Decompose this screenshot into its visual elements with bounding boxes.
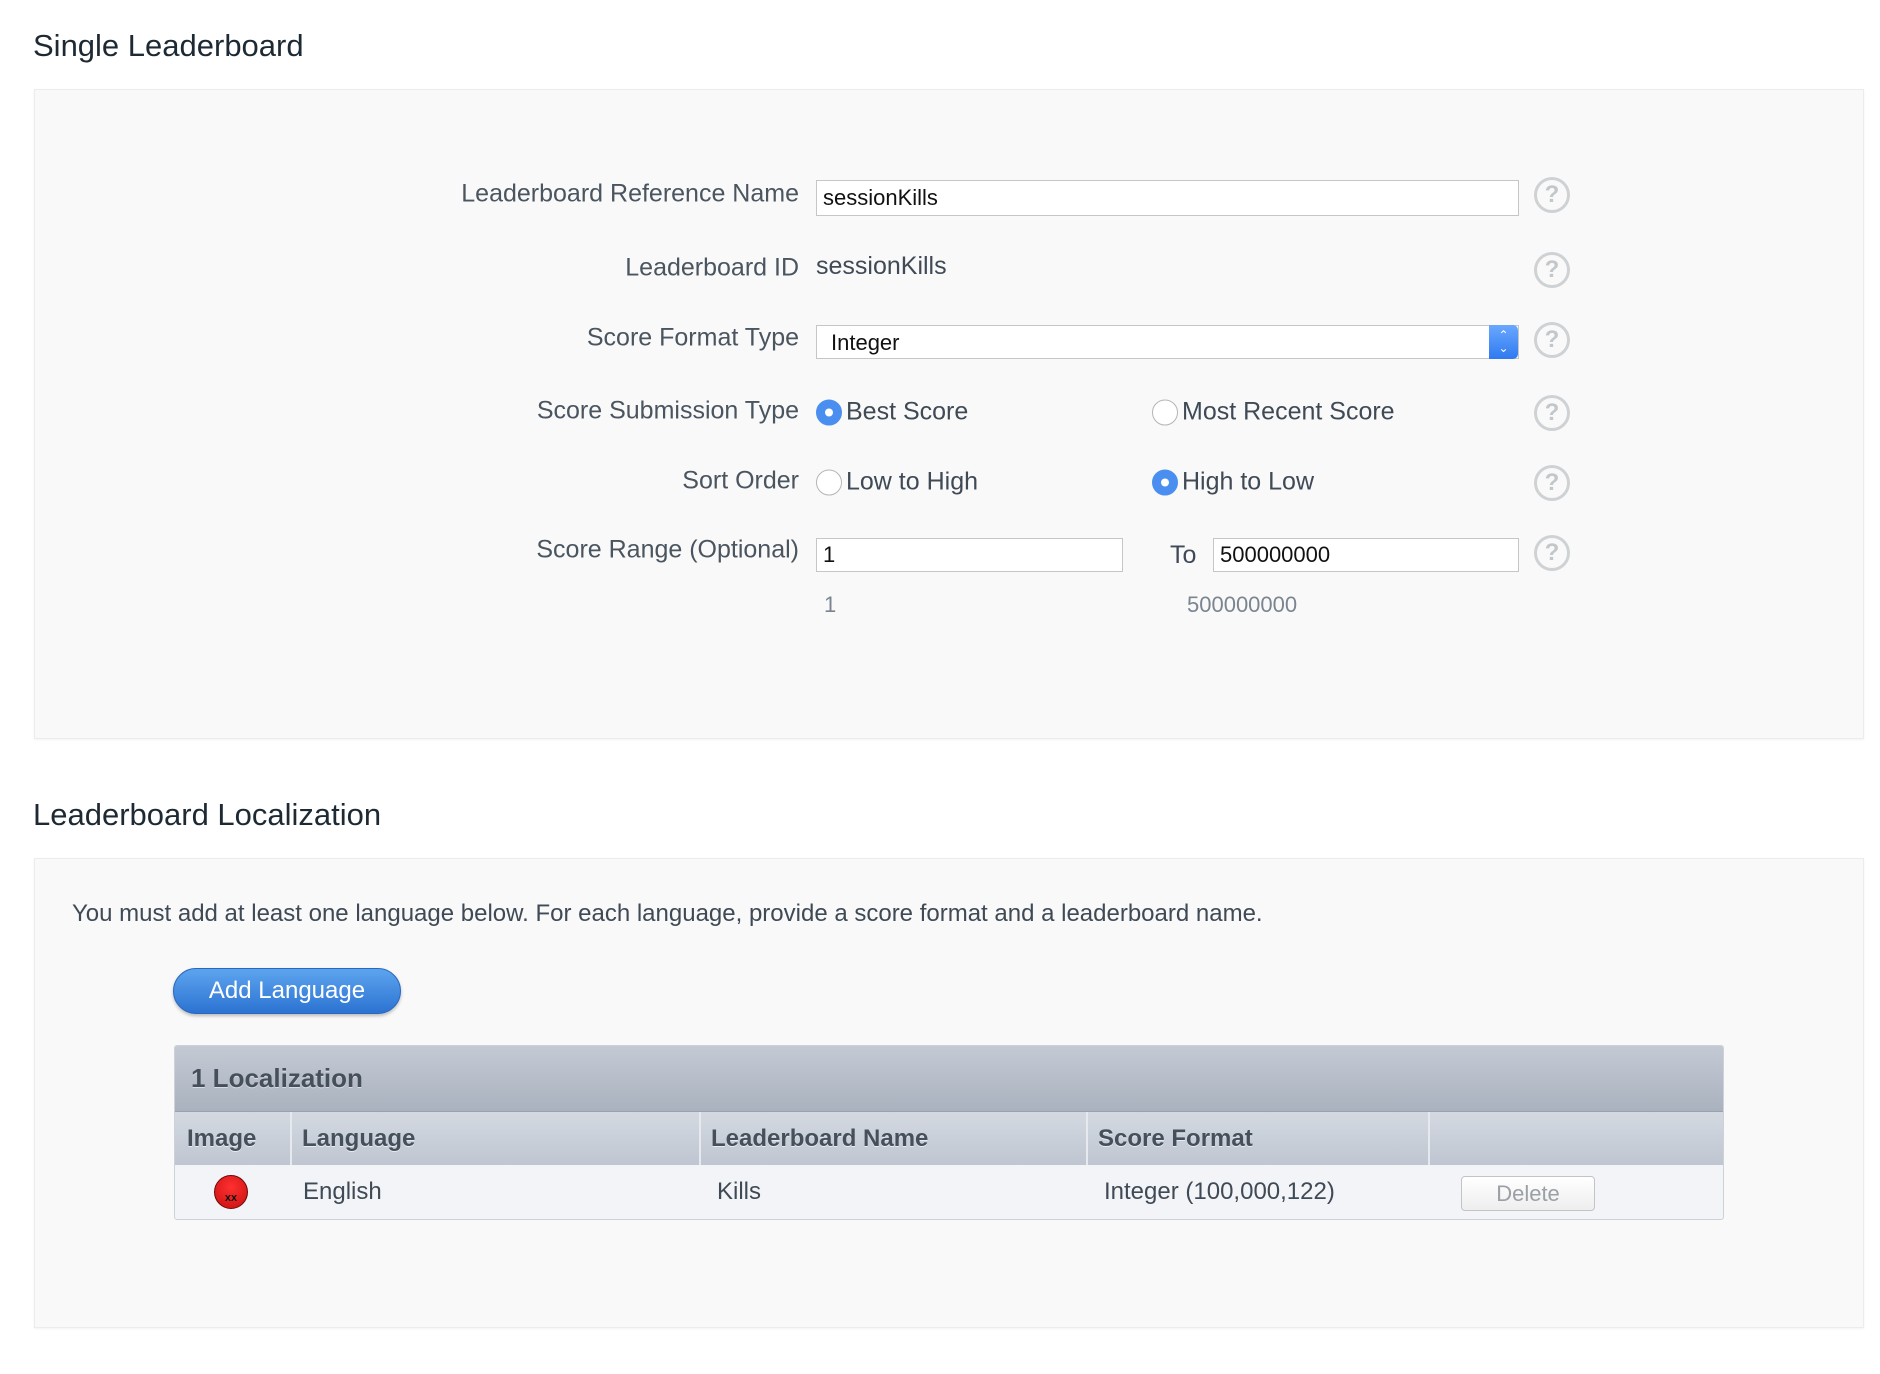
add-language-button[interactable]: Add Language bbox=[173, 968, 401, 1014]
localization-instruction: You must add at least one language below… bbox=[72, 900, 1263, 927]
help-icon[interactable]: ? bbox=[1534, 465, 1570, 501]
leaderboard-id-label: Leaderboard ID bbox=[625, 253, 799, 282]
score-submission-type-label: Score Submission Type bbox=[536, 396, 799, 425]
radio-high-to-low[interactable]: High to Low bbox=[1152, 468, 1314, 497]
radio-label: Most Recent Score bbox=[1182, 397, 1395, 426]
cell-score-format: Integer (100,000,122) bbox=[1104, 1178, 1335, 1205]
radio-selected-icon bbox=[816, 399, 842, 425]
missing-image-red-icon[interactable]: xx bbox=[214, 1175, 248, 1209]
help-icon[interactable]: ? bbox=[1534, 177, 1570, 213]
radio-unselected-icon bbox=[816, 469, 842, 495]
table-title-bar: 1 Localization bbox=[175, 1046, 1723, 1112]
radio-label: High to Low bbox=[1182, 467, 1315, 496]
score-range-to-input[interactable] bbox=[1213, 538, 1519, 572]
delete-button[interactable]: Delete bbox=[1461, 1176, 1595, 1211]
score-range-to-formatted: 500000000 bbox=[1187, 592, 1298, 617]
sort-order-label: Sort Order bbox=[682, 466, 799, 495]
column-header-language: Language bbox=[290, 1112, 699, 1165]
reference-name-input[interactable] bbox=[816, 180, 1519, 216]
column-header-leaderboard-name: Leaderboard Name bbox=[699, 1112, 1086, 1165]
help-icon[interactable]: ? bbox=[1534, 535, 1570, 571]
radio-label: Low to High bbox=[846, 467, 979, 496]
score-range-from-formatted: 1 bbox=[824, 592, 837, 617]
score-format-type-label: Score Format Type bbox=[586, 323, 799, 352]
table-title: 1 Localization bbox=[191, 1063, 363, 1093]
radio-label: Best Score bbox=[846, 397, 969, 426]
radio-low-to-high[interactable]: Low to High bbox=[816, 468, 978, 497]
score-format-type-select[interactable]: Integer ⌃ ⌄ bbox=[816, 325, 1519, 359]
help-icon[interactable]: ? bbox=[1534, 252, 1570, 288]
radio-best-score[interactable]: Best Score bbox=[816, 398, 968, 427]
radio-unselected-icon bbox=[1152, 399, 1178, 425]
cell-language: English bbox=[303, 1178, 382, 1205]
localization-table: 1 Localization Image Language Leaderboar… bbox=[174, 1045, 1724, 1220]
score-format-type-value: Integer bbox=[831, 330, 900, 355]
cell-leaderboard-name: Kills bbox=[717, 1178, 762, 1205]
localization-title: Leaderboard Localization bbox=[33, 797, 382, 832]
score-range-label: Score Range (Optional) bbox=[536, 535, 799, 564]
help-icon[interactable]: ? bbox=[1534, 395, 1570, 431]
leaderboard-id-value: sessionKills bbox=[816, 252, 947, 280]
help-icon[interactable]: ? bbox=[1534, 322, 1570, 358]
column-header-image: Image bbox=[187, 1125, 257, 1152]
chevron-up-down-icon: ⌃ ⌄ bbox=[1489, 325, 1518, 359]
score-range-from-input[interactable] bbox=[816, 538, 1123, 572]
reference-name-label: Leaderboard Reference Name bbox=[461, 179, 799, 208]
radio-most-recent-score[interactable]: Most Recent Score bbox=[1152, 398, 1395, 427]
column-header-actions bbox=[1428, 1112, 1723, 1165]
page-title: Single Leaderboard bbox=[33, 28, 304, 63]
radio-selected-icon bbox=[1152, 469, 1178, 495]
score-range-to-label: To bbox=[1170, 541, 1197, 569]
column-header-score-format: Score Format bbox=[1086, 1112, 1428, 1165]
